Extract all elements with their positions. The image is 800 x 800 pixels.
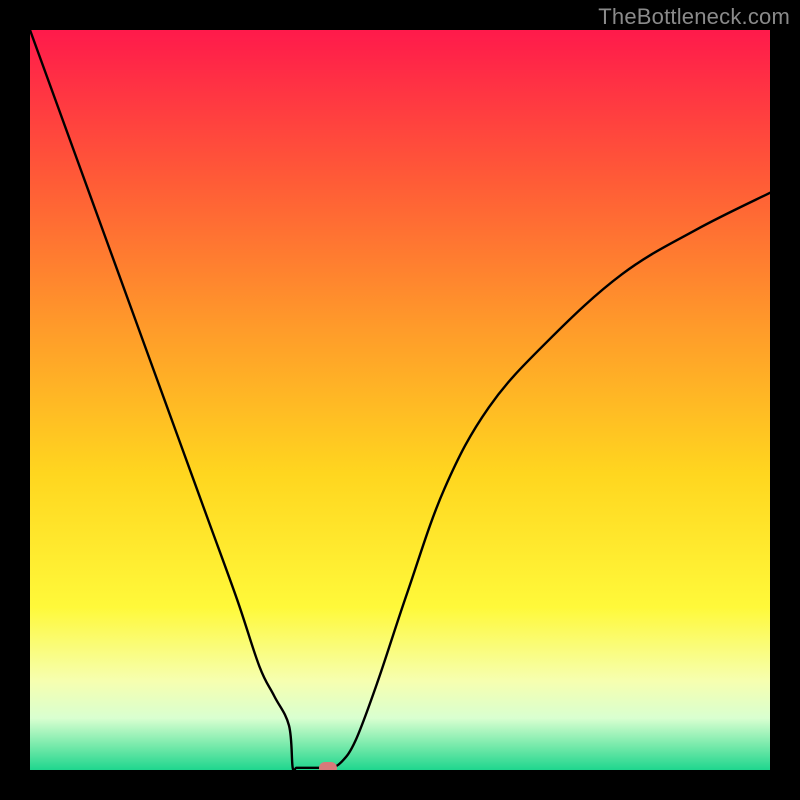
plot-area — [30, 30, 770, 770]
optimal-point-marker — [319, 762, 337, 770]
gradient-background — [30, 30, 770, 770]
chart-frame: TheBottleneck.com — [0, 0, 800, 800]
gradient-chart-svg — [30, 30, 770, 770]
watermark-text: TheBottleneck.com — [598, 4, 790, 30]
